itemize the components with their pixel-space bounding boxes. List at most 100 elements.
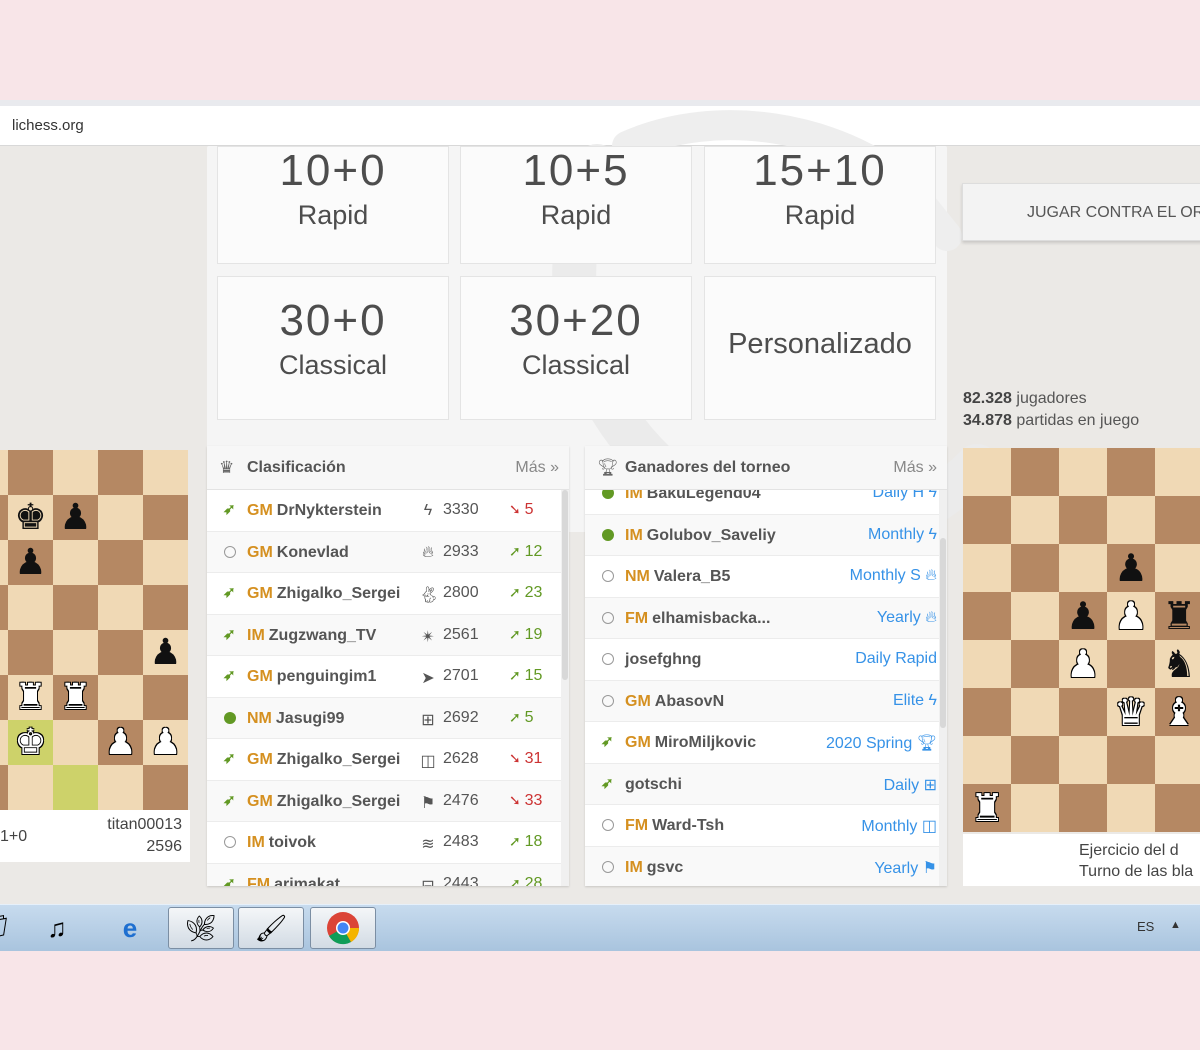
leaderboard-row[interactable]: ➶ GM Zhigalko_Sergei ⚑ 2476 ➘ 33 [207, 780, 569, 822]
tv-board[interactable]: ♚ ♟ ♟ ♟ ♜ ♜ ♚ ♟ ♟ [0, 450, 188, 810]
board-square[interactable] [1011, 544, 1059, 592]
black-king-icon[interactable]: ♚ [14, 499, 46, 536]
black-pawn-icon[interactable]: ♟ [149, 634, 181, 671]
board-square[interactable]: ♟ [1059, 592, 1107, 640]
player-link[interactable]: FM elhamisbacka... [625, 610, 770, 628]
player-link[interactable]: GM Zhigalko_Sergei [247, 751, 400, 769]
tournament-link[interactable]: Elite ϟ [893, 692, 937, 710]
leaderboard-scrollbar[interactable] [561, 490, 569, 886]
tournament-link[interactable]: Monthly ϟ [868, 526, 937, 544]
board-square[interactable]: ♟ [1059, 640, 1107, 688]
board-square[interactable] [1107, 784, 1155, 832]
pool-10-5-rapid[interactable]: 10+5 Rapid [460, 146, 692, 264]
board-square[interactable] [53, 630, 98, 675]
board-square[interactable]: ♟ [143, 720, 188, 765]
leaderboard-row[interactable]: ➶ GM Zhigalko_Sergei ◫ 2628 ➘ 31 [207, 739, 569, 781]
board-square[interactable]: ♟ [98, 720, 143, 765]
board-square[interactable] [98, 585, 143, 630]
player-link[interactable]: IM Golubov_Saveliy [625, 527, 776, 545]
board-square[interactable]: ♟ [143, 630, 188, 675]
leaderboard-row[interactable]: ➶ FM arimakat ⊟ 2443 ➚ 28 [207, 863, 569, 887]
white-pawn-icon[interactable]: ♟ [149, 724, 181, 761]
board-square[interactable] [53, 450, 98, 495]
board-square[interactable] [0, 675, 8, 720]
winner-row[interactable]: FM Ward-Tsh Monthly ◫ [585, 805, 947, 847]
winners-more-link[interactable]: Más » [893, 459, 937, 477]
board-square[interactable] [143, 495, 188, 540]
winner-row[interactable]: josefghng Daily Rapid [585, 639, 947, 681]
white-rook-icon[interactable]: ♜ [59, 679, 91, 716]
internet-explorer-icon[interactable]: e [97, 907, 163, 949]
player-link[interactable]: NM Jasugi99 [247, 710, 344, 728]
scroll-thumb[interactable] [562, 490, 568, 680]
board-square[interactable] [963, 640, 1011, 688]
board-square[interactable] [1059, 496, 1107, 544]
board-square[interactable] [1059, 736, 1107, 784]
board-square[interactable] [98, 630, 143, 675]
board-square[interactable] [1059, 448, 1107, 496]
white-pawn-icon[interactable]: ♟ [1114, 597, 1148, 635]
tray-expand-icon[interactable]: ▲ [1170, 919, 1181, 931]
board-square[interactable] [143, 450, 188, 495]
board-square[interactable] [143, 765, 188, 810]
puzzle-caption[interactable]: Ejercicio del d Turno de las bla [963, 834, 1200, 886]
puzzle-board[interactable]: ♟ ♟ ♟ ♜ ♟ ♞ ♛ ♝ ♜ [963, 448, 1200, 832]
pool-custom[interactable]: Personalizado [704, 276, 936, 420]
black-pawn-icon[interactable]: ♟ [14, 544, 46, 581]
board-square[interactable] [0, 450, 8, 495]
board-square[interactable] [0, 540, 8, 585]
board-square[interactable]: ♚ [8, 720, 53, 765]
board-square[interactable] [0, 765, 8, 810]
leaderboard-row[interactable]: ➶ IM Zugzwang_TV ✴ 2561 ➚ 19 [207, 614, 569, 656]
board-square[interactable] [0, 495, 8, 540]
white-king-icon[interactable]: ♚ [14, 724, 46, 761]
board-square[interactable]: ♟ [53, 495, 98, 540]
leaderboard-more-link[interactable]: Más » [515, 459, 559, 477]
board-square[interactable] [963, 592, 1011, 640]
winners-scrollbar[interactable] [939, 490, 947, 886]
board-square[interactable] [1011, 640, 1059, 688]
board-square[interactable] [963, 496, 1011, 544]
board-square[interactable] [1155, 784, 1200, 832]
board-square[interactable] [963, 688, 1011, 736]
player-link[interactable]: GM Zhigalko_Sergei [247, 793, 400, 811]
board-square[interactable] [1107, 496, 1155, 544]
board-square[interactable] [1155, 496, 1200, 544]
player-link[interactable]: GM Konevlad [247, 544, 349, 562]
folder-icon[interactable]: 📁︎ [0, 907, 26, 949]
tournament-link[interactable]: Monthly ◫ [861, 816, 937, 836]
player-link[interactable]: josefghng [625, 651, 701, 669]
black-pawn-icon[interactable]: ♟ [1114, 549, 1148, 587]
black-rook-icon[interactable]: ♜ [1162, 597, 1196, 635]
board-square[interactable]: ♚ [8, 495, 53, 540]
white-rook-icon[interactable]: ♜ [970, 789, 1004, 827]
black-pawn-icon[interactable]: ♟ [59, 499, 91, 536]
white-pawn-icon[interactable]: ♟ [1066, 645, 1100, 683]
board-square[interactable] [1011, 448, 1059, 496]
paint-app-icon[interactable]: 🖌︎ [238, 907, 304, 949]
white-bishop-icon[interactable]: ♝ [1162, 693, 1196, 731]
player-link[interactable]: IM toivok [247, 834, 316, 852]
winner-row[interactable]: IM Golubov_Saveliy Monthly ϟ [585, 514, 947, 556]
board-square[interactable] [98, 675, 143, 720]
board-square[interactable]: ♛ [1107, 688, 1155, 736]
board-square[interactable]: ♜ [963, 784, 1011, 832]
chrome-icon[interactable] [310, 907, 376, 949]
board-square[interactable] [8, 630, 53, 675]
tournament-link[interactable]: Daily ⊞ [884, 775, 937, 795]
browser-address-bar[interactable]: lichess.org [0, 100, 1200, 146]
board-square[interactable] [53, 585, 98, 630]
board-square[interactable]: ♜ [53, 675, 98, 720]
board-square[interactable]: ♞ [1155, 640, 1200, 688]
player-link[interactable]: IM Zugzwang_TV [247, 627, 376, 645]
board-square[interactable] [1011, 496, 1059, 544]
board-square[interactable] [8, 585, 53, 630]
winner-row[interactable]: ➶ gotschi Daily ⊞ [585, 763, 947, 805]
board-square[interactable] [98, 495, 143, 540]
player-link[interactable]: FM arimakat [247, 876, 340, 887]
photo-app-icon[interactable]: 🌿︎ [168, 907, 234, 949]
board-square[interactable] [1059, 688, 1107, 736]
board-square[interactable] [1011, 784, 1059, 832]
white-rook-icon[interactable]: ♜ [14, 679, 46, 716]
media-player-icon[interactable]: ♫ [24, 907, 90, 949]
